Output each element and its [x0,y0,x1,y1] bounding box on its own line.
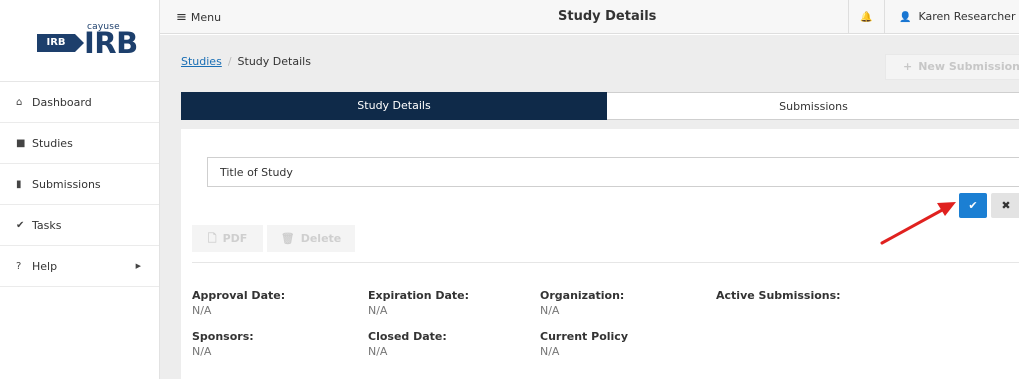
delete-label: Delete [300,232,342,245]
folder-icon: ■ [16,137,26,149]
closed-date-label: Closed Date: [368,330,447,343]
sponsors-field: Sponsors: N/A [192,330,254,360]
current-policy-value: N/A [540,345,560,358]
sponsors-label: Sponsors: [192,330,254,343]
logo-big-text: IRB [84,26,138,60]
menu-label: Menu [190,11,222,24]
pdf-button[interactable]: 🗋 PDF [192,225,263,252]
page-title: Study Details [558,9,657,24]
sidebar-item-label: Help [32,259,58,273]
menu-button[interactable]: ≡ Menu [176,10,221,25]
study-details-panel: ✔ ✖ 🗋 PDF 🗑 Delete Approval Date: N/A Expi… [181,129,1019,379]
approval-date-label: Approval Date: [192,289,286,302]
file-icon: ▮ [16,178,22,190]
sidebar-item-studies[interactable]: ■ Studies [0,123,159,164]
main-content: Studies / Study Details + New Submission St… [160,35,1019,379]
save-button[interactable]: ✔ [959,193,987,218]
file-pdf-icon: 🗋 [207,232,217,245]
sidebar-item-label: Dashboard [32,95,92,109]
breadcrumb-separator: / [227,55,232,68]
new-submission-button[interactable]: + New Submission [885,54,1019,80]
organization-value: N/A [540,304,560,317]
caret-right-icon: ▶ [135,262,141,270]
current-policy-label: Current Policy [540,330,628,343]
home-icon: ⌂ [16,96,23,108]
tab-bar: Study Details Submissions [181,92,1019,120]
user-name: Karen Researcher [918,10,1016,23]
sidebar-item-dashboard[interactable]: ⌂ Dashboard [0,82,159,123]
sidebar-item-label: Submissions [32,177,101,191]
expiration-date-value: N/A [368,304,388,317]
current-policy-field: Current Policy N/A [540,330,628,360]
question-icon: ? [16,260,22,272]
breadcrumb: Studies / Study Details [181,55,311,68]
sidebar-item-help[interactable]: ? Help ▶ [0,246,159,287]
user-menu[interactable]: 👤 Karen Researcher [899,10,1015,23]
notifications-button[interactable]: 🔔 [848,0,885,34]
active-submissions-field: Active Submissions: [716,289,841,303]
pdf-label: PDF [222,232,248,245]
closed-date-field: Closed Date: N/A [368,330,447,360]
bell-icon: 🔔 [860,12,873,23]
approval-date-field: Approval Date: N/A [192,289,285,319]
breadcrumb-studies-link[interactable]: Studies [181,55,222,68]
trash-icon: 🗑 [280,232,295,245]
organization-label: Organization: [540,289,625,302]
sidebar-item-label: Studies [32,136,73,150]
expiration-date-field: Expiration Date: N/A [368,289,469,319]
logo-badge: IRB [37,34,84,52]
new-submission-label: New Submission [918,60,1019,73]
user-icon: 👤 [899,12,912,23]
study-title-input[interactable] [207,157,1019,187]
sidebar: IRB cayuse IRB ⌂ Dashboard ■ Studies ▮ S… [0,0,160,379]
sidebar-item-tasks[interactable]: ✔ Tasks [0,205,159,246]
tab-study-details[interactable]: Study Details [181,92,607,120]
hamburger-icon: ≡ [176,10,187,25]
top-bar: ≡ Menu Study Details 🔔 👤 Karen Researcher [160,0,1019,34]
active-submissions-label: Active Submissions: [716,289,841,302]
check-icon: ✔ [968,199,978,212]
sidebar-item-submissions[interactable]: ▮ Submissions [0,164,159,205]
divider [192,262,1019,263]
tab-submissions[interactable]: Submissions [607,92,1019,120]
cayuse-irb-logo[interactable]: IRB cayuse IRB [0,0,159,82]
plus-icon: + [903,60,913,73]
breadcrumb-current: Study Details [237,55,311,68]
expiration-date-label: Expiration Date: [368,289,470,302]
approval-date-value: N/A [192,304,212,317]
check-icon: ✔ [16,219,25,231]
cancel-button[interactable]: ✖ [991,193,1019,218]
delete-button[interactable]: 🗑 Delete [267,225,355,252]
sidebar-item-label: Tasks [32,218,62,232]
organization-field: Organization: N/A [540,289,624,319]
sponsors-value: N/A [192,345,212,358]
closed-date-value: N/A [368,345,388,358]
close-icon: ✖ [1001,199,1011,212]
